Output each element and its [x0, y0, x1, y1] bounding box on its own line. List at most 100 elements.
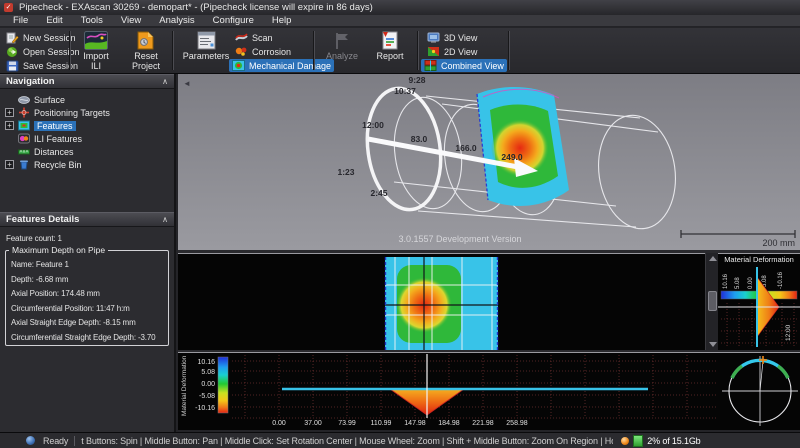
toolbar-separator — [417, 31, 418, 70]
scroll-down-icon[interactable] — [709, 342, 717, 347]
2d-view-label: 2D View — [444, 47, 477, 57]
expander-plus-icon[interactable]: + — [5, 160, 14, 169]
tree-item-label: Distances — [34, 147, 74, 157]
tick-label: 147.98 — [404, 420, 426, 427]
collapse-left-icon[interactable]: ◄ — [183, 79, 191, 88]
tick-label: 5.08 — [735, 277, 741, 289]
tree-item-ili-features[interactable]: ILI Features — [0, 132, 174, 145]
menu-analysis[interactable]: Analysis — [150, 15, 203, 26]
combined-view-icon — [424, 60, 437, 71]
tree-item-positioning-targets[interactable]: + Positioning Targets — [0, 106, 174, 119]
groupbox-title: Maximum Depth on Pipe — [9, 245, 108, 255]
feature-name: Name: Feature 1 — [11, 258, 168, 273]
reset-project-label-1: Reset — [134, 51, 158, 61]
menu-configure[interactable]: Configure — [204, 15, 263, 26]
expander-plus-icon[interactable]: + — [5, 108, 14, 117]
tree-item-label: Features — [34, 121, 76, 131]
features-details-header-label: Features Details — [6, 214, 79, 225]
menu-help[interactable]: Help — [263, 15, 301, 26]
mechanical-damage-icon — [232, 60, 245, 71]
scrollbar-thumb[interactable] — [708, 291, 717, 311]
scale-bar-label: 200 mm — [762, 238, 795, 248]
scroll-up-icon[interactable] — [709, 256, 717, 261]
clock-label: 10:37 — [394, 86, 416, 96]
collapse-chevron-icon[interactable]: ∧ — [162, 215, 168, 224]
surface-icon — [18, 95, 30, 105]
tick-label: 221.98 — [472, 420, 494, 427]
corrosion-label: Corrosion — [252, 47, 291, 57]
polar-cross-section-panel[interactable] — [718, 352, 800, 430]
axial-label: 249.0 — [501, 152, 523, 162]
menu-edit[interactable]: Edit — [37, 15, 71, 26]
menu-bar: File Edit Tools View Analysis Configure … — [0, 15, 800, 27]
tick-label: -10.16 — [778, 271, 784, 289]
status-app-icon — [26, 436, 35, 445]
mouse-hints: t Buttons: Spin | Middle Button: Pan | M… — [81, 436, 613, 446]
tick-label: 5.08 — [201, 369, 215, 376]
navigation-header[interactable]: Navigation ∧ — [0, 74, 174, 89]
report-button[interactable]: Report — [366, 30, 414, 71]
chart-colorbar — [218, 357, 228, 413]
reset-project-button[interactable]: Reset Project — [122, 30, 170, 71]
tree-item-distances[interactable]: Distances — [0, 145, 174, 158]
menu-view[interactable]: View — [112, 15, 150, 26]
viewport-3d[interactable]: ◄ 9:28 10:37 — [178, 74, 800, 250]
tree-item-features[interactable]: + Features — [0, 119, 174, 132]
import-ili-label-2: ILI — [91, 61, 101, 71]
title-bar: ✓ Pipecheck - EXAscan 30269 - demopart* … — [0, 0, 800, 15]
expander-plus-icon[interactable]: + — [5, 121, 14, 130]
tick-label: 110.99 — [371, 420, 392, 427]
tree-item-recycle-bin[interactable]: + Recycle Bin — [0, 158, 174, 171]
menu-file[interactable]: File — [4, 15, 37, 26]
new-session-button[interactable]: New Session — [3, 31, 79, 44]
heatmap-2d-panel[interactable] — [178, 253, 705, 350]
toolbar-separator — [508, 31, 509, 70]
import-ili-label-1: Import — [83, 51, 109, 61]
analyze-icon — [332, 31, 352, 50]
reset-project-icon — [136, 31, 156, 50]
feature-circ-straight-edge-depth: Circumferential Straight Edge Depth: -3.… — [11, 331, 168, 346]
tree-item-label: Surface — [34, 95, 65, 105]
axial-label: 166.0 — [455, 143, 477, 153]
3d-view-icon — [427, 32, 440, 43]
features-icon — [18, 120, 30, 131]
3d-view-label: 3D View — [444, 33, 477, 43]
tick-label: 184.98 — [438, 420, 460, 427]
parameters-icon — [197, 31, 216, 50]
tree-item-surface[interactable]: Surface — [0, 93, 174, 106]
tick-label: 0.00 — [272, 420, 286, 427]
navigation-tree: Surface + Positioning Targets + Features… — [0, 93, 174, 171]
import-ili-button[interactable]: Import ILI — [72, 30, 120, 71]
report-icon — [381, 31, 399, 50]
parameters-label: Parameters — [183, 51, 230, 61]
report-label: Report — [376, 51, 403, 61]
axial-profile-chart[interactable]: Material Deformation 10.16 5.08 0.00 -5.… — [178, 352, 718, 430]
open-session-button[interactable]: Open Session — [3, 45, 83, 58]
toolbar-separator — [69, 31, 70, 70]
new-session-label: New Session — [23, 33, 76, 43]
tick-label: 0.00 — [748, 277, 754, 289]
corrosion-button[interactable]: Corrosion — [232, 45, 294, 58]
feature-circumferential-position: Circumferential Position: 11:47 h:m — [11, 302, 168, 317]
menu-tools[interactable]: Tools — [72, 15, 112, 26]
new-session-icon — [6, 32, 19, 44]
positioning-targets-icon — [18, 107, 30, 118]
collapse-chevron-icon[interactable]: ∧ — [162, 77, 168, 86]
status-separator — [74, 436, 75, 446]
progress-bar-fill — [633, 435, 643, 447]
parameters-button[interactable]: Parameters — [180, 30, 232, 71]
damage-patch — [477, 87, 569, 206]
circumferential-profile-panel[interactable]: Material Deformation 10.16 5.08 0.00 -5.… — [718, 253, 800, 350]
3d-view-button[interactable]: 3D View — [424, 31, 480, 44]
scan-button[interactable]: Scan — [232, 31, 276, 44]
version-watermark: 3.0.1557 Development Version — [398, 234, 521, 244]
features-details-header[interactable]: Features Details ∧ — [0, 212, 174, 227]
combined-view-button[interactable]: Combined View — [421, 59, 507, 72]
reset-project-label-2: Project — [132, 61, 160, 71]
recycle-bin-icon — [18, 159, 30, 170]
2d-view-button[interactable]: 2D View — [424, 45, 480, 58]
memory-usage: 2% of 15.1Gb — [647, 436, 700, 446]
tree-item-label: ILI Features — [34, 134, 82, 144]
vertical-scrollbar[interactable] — [705, 253, 718, 350]
tick-label: 258.98 — [506, 420, 528, 427]
